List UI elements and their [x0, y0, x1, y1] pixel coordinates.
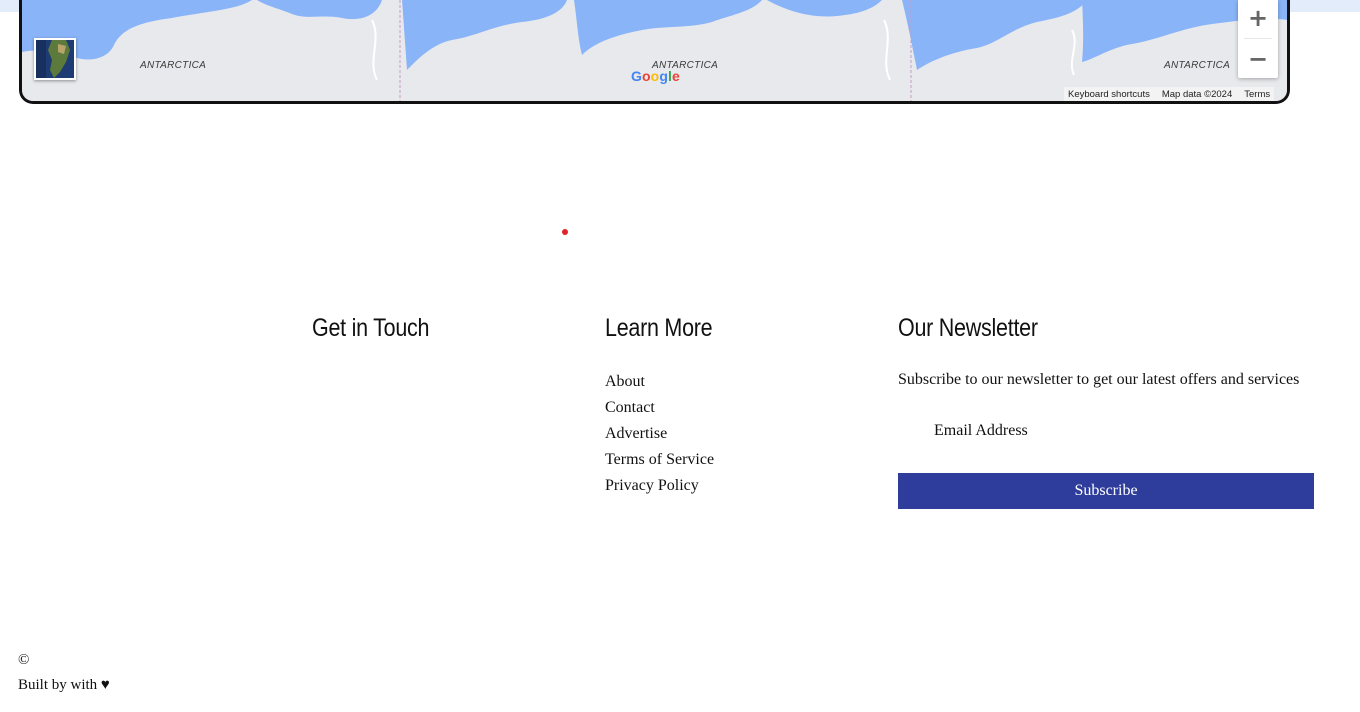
footer-link-terms[interactable]: Terms of Service — [605, 447, 714, 473]
logo-letter: o — [642, 68, 651, 84]
learn-more-links: About Contact Advertise Terms of Service… — [605, 369, 714, 499]
logo-letter: e — [671, 68, 680, 84]
zoom-separator — [1244, 38, 1272, 39]
keyboard-shortcuts-link[interactable]: Keyboard shortcuts — [1068, 89, 1150, 100]
get-in-touch-heading: Get in Touch — [312, 314, 430, 342]
logo-letter: g — [659, 68, 668, 84]
location-marker-dot — [562, 229, 568, 235]
newsletter-description: Subscribe to our newsletter to get our l… — [898, 371, 1300, 388]
logo-letter: o — [650, 68, 660, 84]
footer-link-advertise[interactable]: Advertise — [605, 421, 714, 447]
footer-link-privacy[interactable]: Privacy Policy — [605, 473, 714, 499]
footer-link-about[interactable]: About — [605, 369, 714, 395]
newsletter-heading: Our Newsletter — [898, 314, 1038, 342]
map-label-antarctica: ANTARCTICA — [1164, 60, 1231, 71]
google-logo: Google — [631, 68, 680, 84]
satellite-thumbnail-icon — [36, 40, 74, 78]
map-tiles[interactable] — [22, 0, 1287, 101]
zoom-control: + − — [1238, 0, 1278, 78]
map-attribution: Keyboard shortcuts Map data ©2024 Terms — [1064, 87, 1275, 101]
footer-link-contact[interactable]: Contact — [605, 395, 714, 421]
built-by-text: Built by with ♥ — [18, 677, 110, 693]
zoom-in-button[interactable]: + — [1238, 0, 1278, 36]
subscribe-button[interactable]: Subscribe — [898, 473, 1314, 509]
logo-letter: G — [631, 68, 642, 84]
satellite-view-toggle[interactable] — [34, 38, 76, 80]
copyright-text: © — [18, 652, 30, 668]
learn-more-heading: Learn More — [605, 314, 713, 342]
map-terms-link[interactable]: Terms — [1244, 89, 1270, 100]
map-data-text: Map data ©2024 — [1161, 88, 1233, 100]
map-label-antarctica: ANTARCTICA — [140, 60, 207, 71]
zoom-out-button[interactable]: − — [1238, 40, 1278, 78]
map-embed[interactable]: ANTARCTICA ANTARCTICA ANTARCTICA + − Goo… — [19, 0, 1290, 104]
email-field[interactable] — [898, 416, 1314, 446]
